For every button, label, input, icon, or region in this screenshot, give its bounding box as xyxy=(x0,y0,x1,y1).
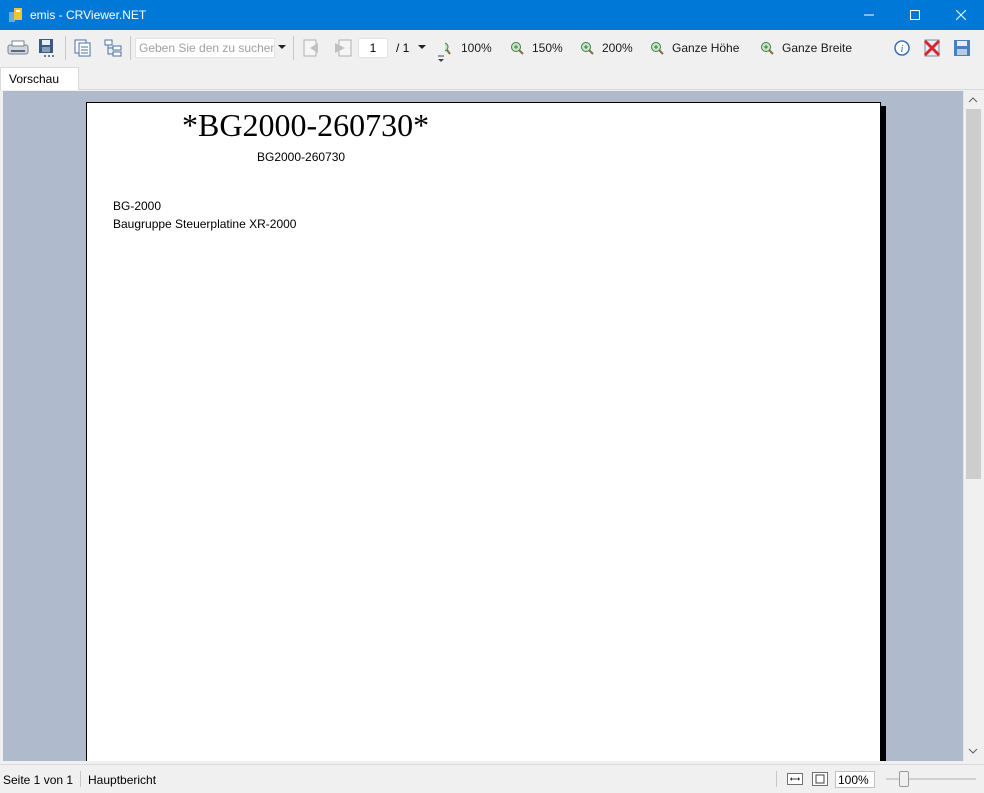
zoom-full-width-button[interactable]: Ganze Breite xyxy=(760,38,852,58)
chevron-down-icon xyxy=(417,45,426,49)
tab-preview[interactable]: Vorschau xyxy=(0,67,79,90)
tree-icon xyxy=(101,36,125,60)
export-button[interactable] xyxy=(35,36,59,60)
zoom-100-button[interactable]: 100% xyxy=(445,38,492,58)
scroll-down-icon[interactable] xyxy=(968,746,978,756)
page-total-label: / 1 xyxy=(396,41,410,55)
save-icon xyxy=(950,36,974,60)
zoom-100-label: 100% xyxy=(461,41,492,55)
page-number-input[interactable]: 1 xyxy=(358,38,388,58)
report-page: *BG2000-260730* BG2000-260730 BG-2000 Ba… xyxy=(86,102,881,761)
app-icon xyxy=(8,7,24,23)
report-name: Hauptbericht xyxy=(88,773,157,787)
fit-page-button[interactable] xyxy=(812,772,828,786)
scroll-up-icon[interactable] xyxy=(968,95,978,105)
fit-page-icon xyxy=(812,772,828,786)
next-page-button[interactable] xyxy=(330,36,354,60)
save-button[interactable] xyxy=(950,36,974,60)
report-preview-area[interactable]: *BG2000-260730* BG2000-260730 BG-2000 Ba… xyxy=(3,91,963,761)
printer-icon xyxy=(6,36,30,60)
magnifier-icon xyxy=(761,42,774,55)
page-back-icon xyxy=(299,36,323,60)
zoom-full-width-label: Ganze Breite xyxy=(782,41,853,55)
search-dropdown-button[interactable] xyxy=(276,41,288,53)
svg-text:i: i xyxy=(900,43,903,55)
zoom-full-height-label: Ganze Höhe xyxy=(672,41,740,55)
title-bar: emis - CRViewer.NET xyxy=(0,0,984,30)
close-button[interactable] xyxy=(938,0,984,30)
barcode-text: BG2000-260730 xyxy=(257,150,346,164)
zoom-level-field[interactable]: 100% xyxy=(835,771,875,788)
maximize-icon xyxy=(910,10,920,20)
toolbar: Geben Sie den zu suchen 1 / 1 100% 150% … xyxy=(0,30,984,67)
zoom-200-button[interactable]: 200% xyxy=(580,38,633,58)
group-tree-button[interactable] xyxy=(101,36,125,60)
item-code: BG-2000 xyxy=(113,199,162,213)
vertical-scrollbar[interactable] xyxy=(963,91,981,761)
maximize-button[interactable] xyxy=(892,0,938,30)
copy-icon xyxy=(71,36,95,60)
zoom-slider-thumb[interactable] xyxy=(899,771,909,787)
magnifier-icon xyxy=(445,41,451,55)
save-export-icon xyxy=(35,36,59,60)
fit-width-button[interactable] xyxy=(787,772,803,786)
zoom-200-label: 200% xyxy=(602,41,633,55)
page-total[interactable]: / 1 xyxy=(396,41,427,55)
zoom-150-label: 150% xyxy=(532,41,563,55)
zoom-150-button[interactable]: 150% xyxy=(510,38,563,58)
toolbar-overflow-button[interactable] xyxy=(437,52,445,66)
page-forward-icon xyxy=(330,36,354,60)
chevron-down-icon xyxy=(278,45,286,49)
minimize-button[interactable] xyxy=(846,0,892,30)
tab-strip: Vorschau xyxy=(0,67,984,90)
zoom-full-height-button[interactable]: Ganze Höhe xyxy=(650,38,739,58)
fit-width-icon xyxy=(787,773,803,785)
minimize-icon xyxy=(864,14,874,16)
print-button[interactable] xyxy=(6,36,30,60)
prev-page-button[interactable] xyxy=(299,36,323,60)
overflow-icon xyxy=(438,55,444,62)
close-report-icon xyxy=(920,36,944,60)
barcode: *BG2000-260730* xyxy=(182,107,430,143)
close-report-button[interactable] xyxy=(920,36,944,60)
info-button[interactable]: i xyxy=(890,36,914,60)
search-input[interactable]: Geben Sie den zu suchen xyxy=(135,38,275,58)
window-title: emis - CRViewer.NET xyxy=(30,8,147,22)
scroll-thumb[interactable] xyxy=(966,109,981,479)
status-bar: Seite 1 von 1 Hauptbericht 100% xyxy=(0,764,984,793)
magnifier-icon xyxy=(511,42,524,55)
copy-button[interactable] xyxy=(71,36,95,60)
item-description: Baugruppe Steuerplatine XR-2000 xyxy=(113,217,297,231)
magnifier-icon xyxy=(581,42,594,55)
close-icon xyxy=(956,10,966,20)
page-info: Seite 1 von 1 xyxy=(3,773,74,787)
info-icon: i xyxy=(890,36,914,60)
magnifier-icon xyxy=(651,42,664,55)
